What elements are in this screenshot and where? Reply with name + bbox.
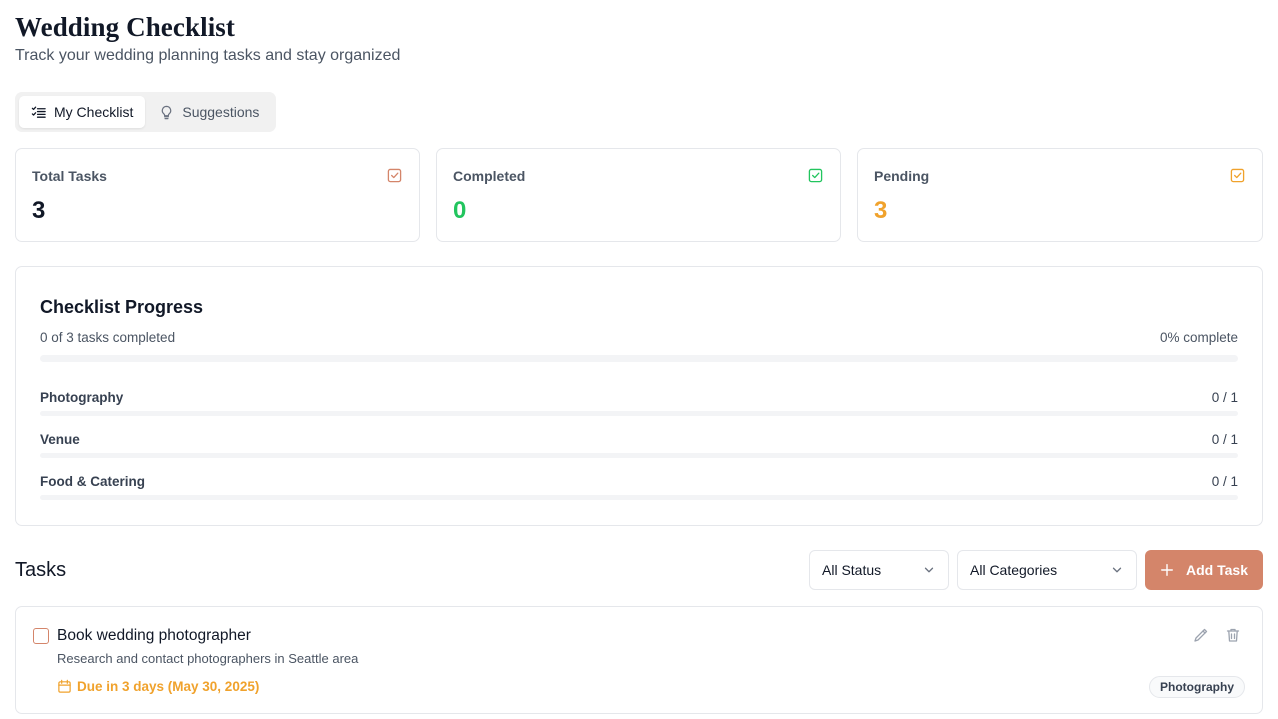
progress-percent: 0% complete: [1159, 330, 1238, 345]
checkbox-icon: [1230, 168, 1245, 183]
stat-card-total: Total Tasks 3: [15, 148, 420, 242]
progress-card: Checklist Progress 0 of 3 tasks complete…: [15, 266, 1263, 526]
plus-icon: [1161, 564, 1173, 576]
view-tabs: My Checklist Suggestions: [15, 92, 276, 132]
chevron-down-icon: [1112, 567, 1122, 573]
stat-value: 0: [453, 197, 467, 224]
stat-value: 3: [32, 197, 46, 224]
tasks-heading: Tasks: [15, 559, 67, 581]
category-count: 0 / 1: [1211, 474, 1238, 489]
select-value: All Status: [822, 562, 882, 578]
stat-card-completed: Completed 0: [436, 148, 841, 242]
category-progress-bar: [40, 495, 1238, 500]
list-check-icon: [31, 106, 46, 118]
category-count: 0 / 1: [1211, 432, 1238, 447]
progress-summary: 0 of 3 tasks completed: [40, 330, 176, 345]
overall-progress-bar: [40, 355, 1238, 362]
calendar-icon: [58, 679, 71, 693]
tab-my-checklist[interactable]: My Checklist: [19, 96, 146, 128]
progress-title: Checklist Progress: [40, 297, 204, 317]
category-label: Venue: [40, 432, 80, 447]
category-badge: Photography: [1149, 676, 1245, 698]
trash-icon[interactable]: [1225, 627, 1241, 643]
category-progress-bar: [40, 411, 1238, 416]
stat-card-pending: Pending 3: [857, 148, 1263, 242]
category-label: Photography: [40, 390, 124, 405]
category-progress-bar: [40, 453, 1238, 458]
task-due-label: Due in 3 days (May 30, 2025): [77, 679, 260, 694]
tab-label: My Checklist: [54, 104, 134, 120]
category-label: Food & Catering: [40, 474, 145, 489]
stat-value: 3: [874, 197, 888, 224]
add-task-button[interactable]: Add Task: [1145, 550, 1263, 590]
page-title: Wedding Checklist: [15, 12, 235, 42]
category-filter-select[interactable]: All Categories: [957, 550, 1137, 590]
select-value: All Categories: [970, 562, 1058, 578]
checkbox-icon: [387, 168, 402, 183]
page-subtitle: Track your wedding planning tasks and st…: [15, 47, 401, 64]
lightbulb-icon: [162, 105, 172, 119]
tab-suggestions[interactable]: Suggestions: [147, 96, 271, 128]
stat-label: Total Tasks: [32, 168, 107, 184]
category-count: 0 / 1: [1211, 390, 1238, 405]
stat-label: Pending: [874, 168, 930, 184]
task-title: Book wedding photographer: [57, 627, 251, 644]
status-filter-select[interactable]: All Status: [809, 550, 949, 590]
task-description: Research and contact photographers in Se…: [57, 651, 359, 666]
task-checkbox[interactable]: [33, 628, 49, 644]
task-due-date: Due in 3 days (May 30, 2025): [57, 679, 259, 694]
pencil-icon[interactable]: [1193, 627, 1209, 643]
task-item: Book wedding photographer Research and c…: [15, 606, 1263, 714]
chevron-down-icon: [924, 567, 934, 573]
stat-label: Completed: [453, 168, 526, 184]
add-task-label: Add Task: [1186, 562, 1248, 578]
tab-label: Suggestions: [182, 104, 260, 120]
checkbox-icon: [808, 168, 823, 183]
